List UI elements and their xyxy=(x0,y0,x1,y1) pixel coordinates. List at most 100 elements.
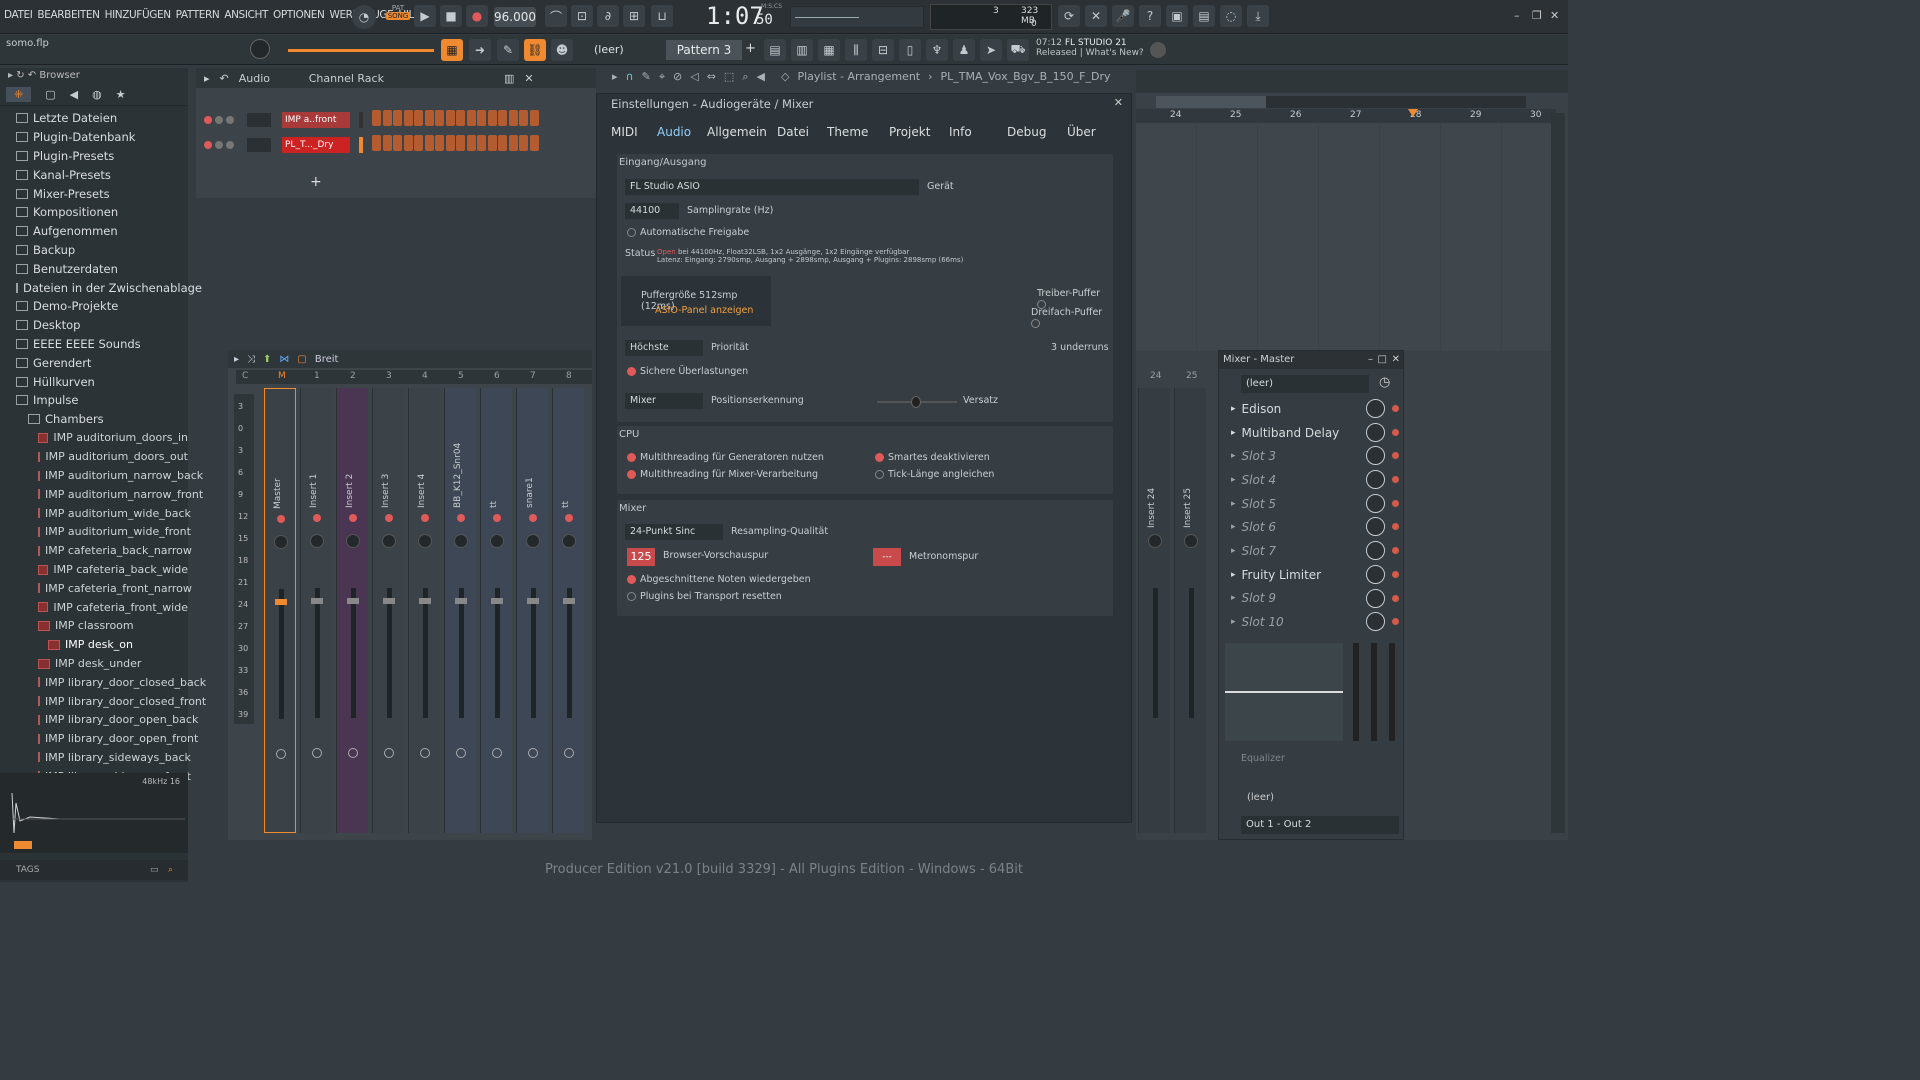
browser-file[interactable]: IMP auditorium_narrow_front xyxy=(0,485,203,504)
browser-file[interactable]: IMP library_door_open_front xyxy=(0,729,198,748)
mixer-pan-knob[interactable] xyxy=(346,534,360,548)
slot-mix-knob[interactable] xyxy=(1366,446,1385,466)
play-cut-notes-radio[interactable] xyxy=(627,575,636,584)
step-button[interactable] xyxy=(414,135,423,151)
master-output-select[interactable]: Out 1 - Out 2 xyxy=(1241,816,1399,834)
priority-select[interactable]: Höchste xyxy=(625,340,703,356)
fader-handle[interactable] xyxy=(275,599,287,605)
browser-file[interactable]: IMP auditorium_doors_in xyxy=(0,429,188,448)
mt-mixer-radio[interactable] xyxy=(627,470,636,479)
step-button[interactable] xyxy=(435,135,444,151)
channel-name-1[interactable]: IMP a..front xyxy=(282,111,350,128)
slot-expand-icon[interactable]: ▸ xyxy=(1231,593,1236,603)
mixer-pan-knob[interactable] xyxy=(526,534,540,548)
browser-file[interactable]: IMP library_door_closed_front xyxy=(0,692,206,711)
safe-overloads-radio[interactable] xyxy=(627,367,636,376)
mixer-mute-led[interactable] xyxy=(529,514,537,522)
channel-mute-led[interactable] xyxy=(204,115,212,124)
mixer-mute-led[interactable] xyxy=(457,514,465,522)
menu-item-1[interactable]: BEARBEITEN xyxy=(37,9,100,21)
asio-panel-link[interactable]: ASIO-Panel anzeigen xyxy=(655,305,753,316)
playlist-menu-icon[interactable]: ▸ xyxy=(612,70,618,84)
browser-all-icon[interactable]: ⁜ xyxy=(6,87,32,102)
menu-item-4[interactable]: ANSICHT xyxy=(224,9,268,21)
channel-vol-knob[interactable] xyxy=(226,115,234,124)
effect-slot[interactable]: ▸ Slot 9 xyxy=(1219,587,1405,611)
slot-enable-led[interactable] xyxy=(1392,570,1399,578)
mixer-tool-icon-4[interactable]: ▢ xyxy=(297,354,306,365)
channel-select-2[interactable] xyxy=(359,136,363,153)
slot-expand-icon[interactable]: ▸ xyxy=(1231,546,1236,556)
mixer-volume-fader[interactable] xyxy=(387,588,392,718)
step-button[interactable] xyxy=(403,135,413,151)
mixer-volume-fader[interactable] xyxy=(1153,588,1158,718)
resampling-select[interactable]: 24-Punkt Sinc xyxy=(625,524,723,540)
mt-mixer-option[interactable]: Multithreading für Mixer-Verarbeitung xyxy=(627,469,818,480)
mixer-strip[interactable]: Insert 2 xyxy=(336,388,368,833)
record-button[interactable]: ● xyxy=(466,5,488,27)
slot-mix-knob[interactable] xyxy=(1366,612,1385,632)
slot-mix-knob[interactable] xyxy=(1366,422,1385,442)
step-button[interactable] xyxy=(393,135,402,151)
mixer-volume-fader[interactable] xyxy=(351,588,356,718)
step-edit-icon[interactable]: ⊞ xyxy=(623,5,645,27)
browser-file[interactable]: IMP library_door_open_back xyxy=(0,711,198,730)
slot-enable-led[interactable] xyxy=(1392,523,1399,531)
playlist-paint-icon[interactable]: ⌖ xyxy=(659,70,665,84)
offset-slider-handle[interactable] xyxy=(911,396,921,408)
menu-item-0[interactable]: DATEI xyxy=(4,9,33,21)
channel-pan-knob[interactable] xyxy=(215,115,223,124)
mt-generators-option[interactable]: Multithreading für Generatoren nutzen xyxy=(627,452,824,463)
playlist-vscroll[interactable] xyxy=(1551,113,1565,833)
effect-slot[interactable]: ▸ Slot 5 xyxy=(1219,492,1405,516)
master-clock-icon[interactable]: ◷ xyxy=(1379,375,1390,390)
render-icon[interactable]: ▤ xyxy=(1193,5,1215,27)
step-button[interactable] xyxy=(508,110,518,126)
offset-slider[interactable] xyxy=(877,396,957,408)
reset-plugins-radio[interactable] xyxy=(627,592,636,601)
tab-datei[interactable]: Datei xyxy=(767,120,819,144)
browser-file[interactable]: IMP library_door_closed_back xyxy=(0,673,206,692)
slot-expand-icon[interactable]: ▸ xyxy=(1231,570,1236,580)
slot-expand-icon[interactable]: ▸ xyxy=(1231,428,1236,438)
slot-enable-led[interactable] xyxy=(1392,405,1399,412)
slot-expand-icon[interactable]: ▸ xyxy=(1231,499,1236,509)
slot-expand-icon[interactable]: ▸ xyxy=(1231,404,1236,414)
mixer-mute-led[interactable] xyxy=(385,514,393,522)
mixer-mute-led[interactable] xyxy=(421,514,429,522)
effect-slot[interactable]: ▸ Fruity Limiter xyxy=(1219,563,1405,587)
window-restore-icon[interactable]: ❐ xyxy=(1532,9,1542,22)
browser-file[interactable]: IMP desk_under xyxy=(0,654,188,673)
step-button[interactable] xyxy=(372,110,381,126)
smart-disable-radio[interactable] xyxy=(875,453,884,462)
mixer-strip[interactable]: tt xyxy=(480,388,512,833)
typing-keyboard-icon[interactable]: ▦ xyxy=(441,39,463,61)
slot-mix-knob[interactable] xyxy=(1366,493,1385,513)
browser-files-icon[interactable]: ▢ xyxy=(45,88,55,101)
slot-enable-led[interactable] xyxy=(1392,618,1399,626)
mixer-mute-led[interactable] xyxy=(565,514,573,522)
mixer-pan-knob[interactable] xyxy=(454,534,468,548)
browser-folder[interactable]: Impulse xyxy=(0,391,188,410)
channel-route[interactable] xyxy=(247,112,271,127)
step-button[interactable] xyxy=(519,110,528,126)
mixer-pan-knob[interactable] xyxy=(1148,534,1162,548)
browser-subfolder[interactable]: Chambers xyxy=(0,410,188,429)
master-volume-slider[interactable] xyxy=(288,49,434,52)
arrow-tool-icon[interactable]: ➤ xyxy=(980,39,1002,61)
mixer-fx-icon[interactable] xyxy=(492,748,502,758)
main-pitch-knob[interactable] xyxy=(250,39,270,59)
mixer-fx-icon[interactable] xyxy=(564,748,574,758)
tab-midi[interactable]: MIDI xyxy=(601,120,648,144)
browser-file[interactable]: IMP cafeteria_front_narrow xyxy=(0,579,192,598)
slot-mix-knob[interactable] xyxy=(1366,541,1385,561)
help-icon[interactable]: ? xyxy=(1139,5,1161,27)
tab-allgemein[interactable]: Allgemein xyxy=(697,120,777,144)
fader-handle[interactable] xyxy=(347,598,359,604)
tab-audio[interactable]: Audio xyxy=(647,120,701,144)
channel-pan-knob[interactable] xyxy=(215,140,223,149)
mixer-layout-mode[interactable]: Breit xyxy=(315,354,339,365)
plugin-picker-icon[interactable]: ♆ xyxy=(926,39,948,61)
browser-star-icon[interactable]: ★ xyxy=(116,88,126,101)
mixer-volume-fader[interactable] xyxy=(531,588,536,718)
